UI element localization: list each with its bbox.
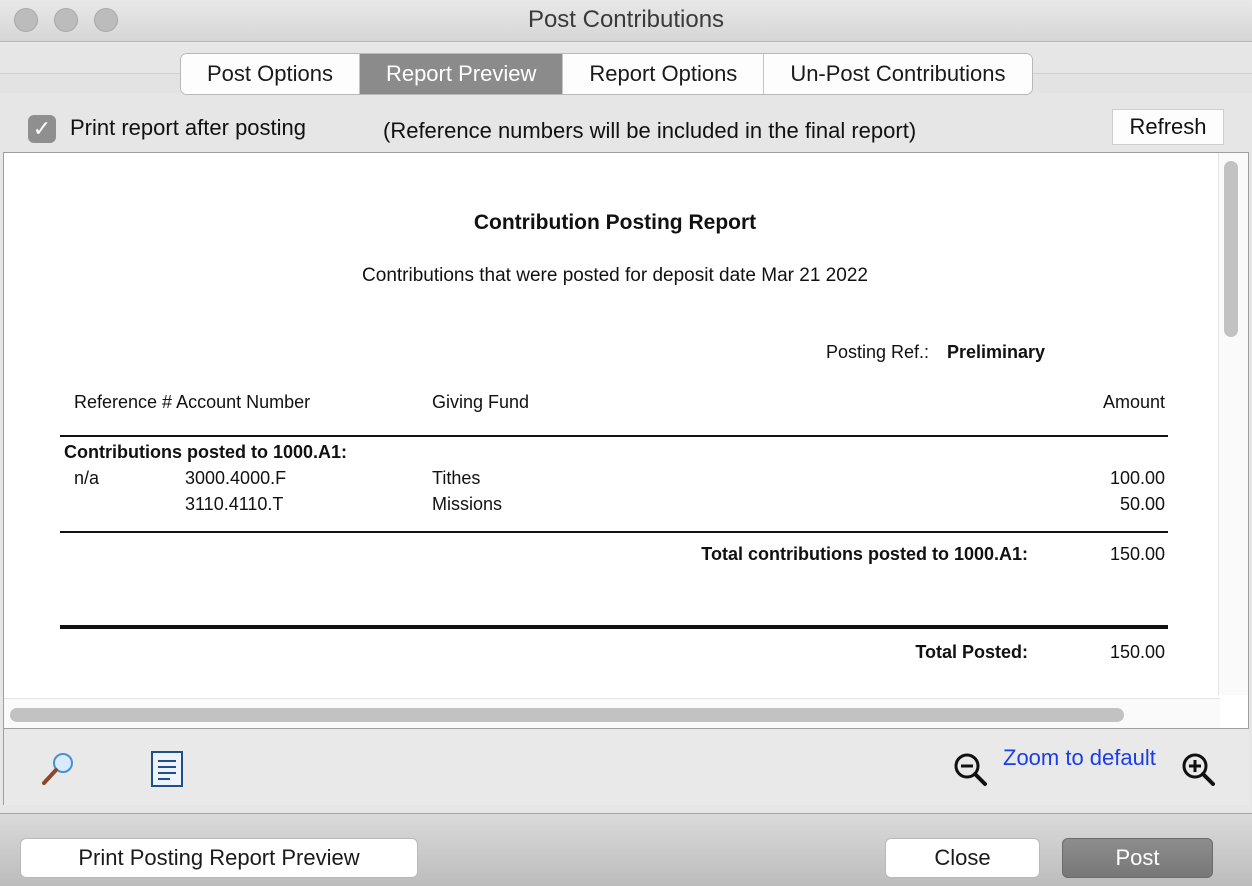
zoom-to-default-link[interactable]: Zoom to default — [1003, 745, 1156, 771]
print-posting-report-preview-button[interactable]: Print Posting Report Preview — [20, 838, 418, 878]
horizontal-scroll-thumb[interactable] — [10, 708, 1124, 722]
tab-report-options[interactable]: Report Options — [563, 54, 765, 94]
row-account: 3110.4110.T — [185, 494, 284, 514]
row-amount: 50.00 — [1119, 494, 1165, 514]
reference-note: (Reference numbers will be included in t… — [383, 118, 917, 143]
table-row: 3110.4110.T Missions 50.00 — [4, 494, 1226, 518]
grand-total-value: 150.00 — [1109, 642, 1165, 662]
grand-total-label: Total Posted: — [915, 642, 1028, 662]
row-fund: Missions — [432, 494, 503, 514]
posting-ref-value: Preliminary — [947, 342, 1046, 362]
header-amount: Amount — [1102, 392, 1165, 412]
row-fund: Tithes — [432, 468, 481, 488]
vertical-scroll-thumb[interactable] — [1224, 161, 1238, 337]
close-button[interactable]: Close — [885, 838, 1040, 878]
refresh-button[interactable]: Refresh — [1112, 109, 1224, 145]
group-heading: Contributions posted to 1000.A1: — [64, 442, 348, 462]
window-title: Post Contributions — [527, 6, 725, 33]
group-total-value: 150.00 — [1109, 544, 1165, 564]
report-subtitle: Contributions that were posted for depos… — [362, 265, 868, 286]
table-row: n/a 3000.4000.F Tithes 100.00 — [4, 468, 1226, 492]
vertical-scrollbar[interactable] — [1218, 153, 1248, 695]
header-giving-fund: Giving Fund — [432, 392, 530, 412]
tab-bar: Post Options Report Preview Report Optio… — [180, 53, 1033, 95]
header-divider — [60, 435, 1168, 437]
row-account: 3000.4000.F — [185, 468, 287, 488]
magnifier-icon[interactable] — [38, 749, 78, 794]
print-after-posting-checkbox[interactable]: ✓ — [28, 115, 56, 143]
document-icon[interactable] — [149, 749, 185, 794]
footer-bar: Print Posting Report Preview Close Post — [0, 813, 1252, 886]
group-total-label: Total contributions posted to 1000.A1: — [701, 544, 1028, 564]
report-preview-pane[interactable]: Contribution Posting Report Contribution… — [3, 152, 1249, 729]
posting-ref-label: Posting Ref.: — [826, 342, 930, 362]
title-bar: Post Contributions — [0, 0, 1252, 42]
main-content: Post Options Report Preview Report Optio… — [0, 43, 1252, 813]
tab-post-options[interactable]: Post Options — [181, 54, 360, 94]
zoom-out-icon[interactable] — [952, 751, 988, 792]
horizontal-scrollbar[interactable] — [4, 698, 1220, 728]
header-reference-account: Reference # Account Number — [74, 392, 311, 412]
tab-un-post-contributions[interactable]: Un-Post Contributions — [764, 54, 1032, 94]
group-total-divider — [60, 531, 1168, 533]
grand-total-divider — [60, 625, 1168, 629]
print-after-posting-label[interactable]: Print report after posting — [70, 115, 306, 141]
tab-report-preview[interactable]: Report Preview — [359, 54, 564, 94]
row-amount: 100.00 — [1109, 468, 1165, 488]
post-button[interactable]: Post — [1062, 838, 1213, 878]
report-title: Contribution Posting Report — [473, 211, 757, 234]
row-reference: n/a — [74, 468, 100, 488]
zoom-in-icon[interactable] — [1180, 751, 1216, 792]
preview-toolbar: Zoom to default — [3, 729, 1249, 805]
